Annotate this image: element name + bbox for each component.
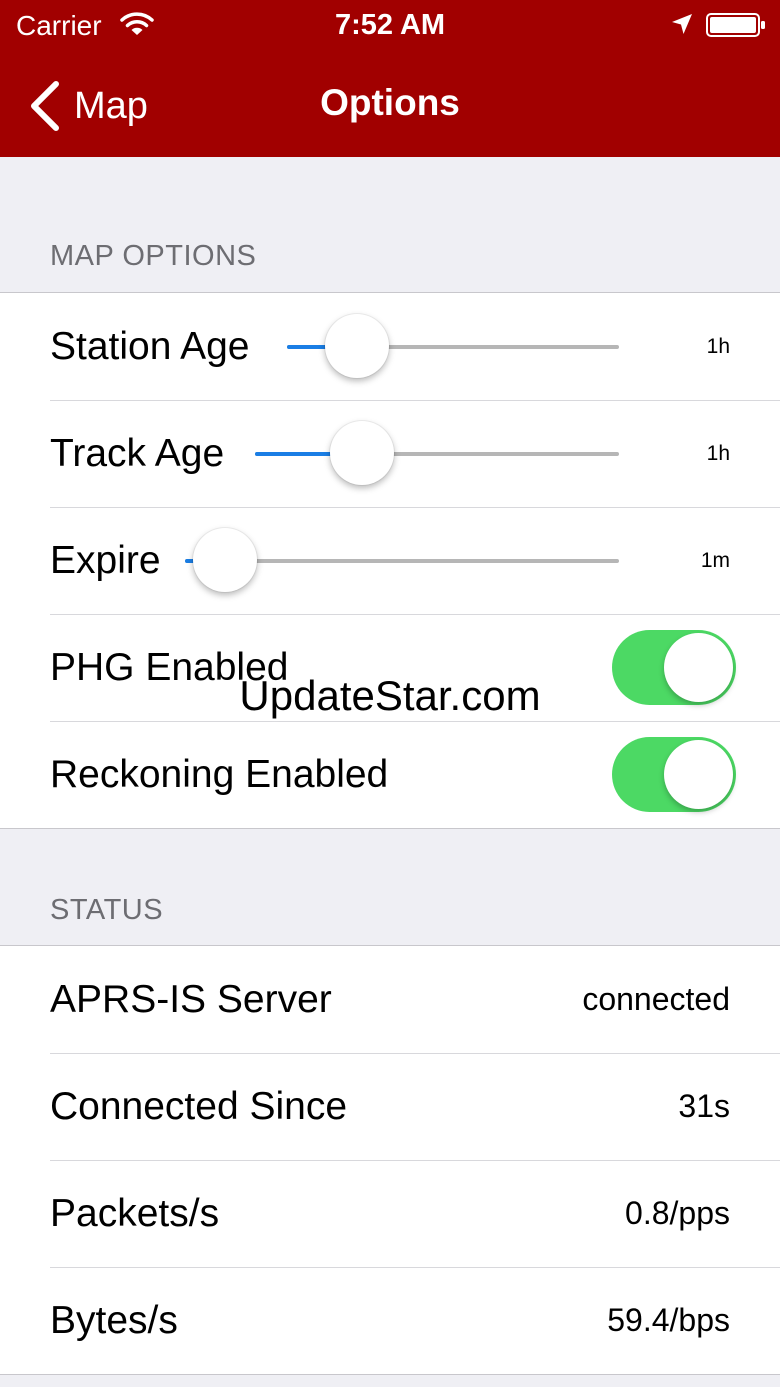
station-age-slider[interactable] xyxy=(287,293,619,400)
phg-enabled-toggle[interactable] xyxy=(612,630,736,705)
status-row-aprs-server: APRS-IS Server connected xyxy=(0,946,780,1053)
status-row-value: connected xyxy=(582,981,730,1017)
map-options-group: Station Age 1h Track Age 1h Expire 1m PH… xyxy=(0,292,780,829)
navigation-bar: Carrier 7:52 AM Map Options xyxy=(0,0,780,157)
reckoning-enabled-label: Reckoning Enabled xyxy=(50,753,389,796)
expire-value: 1m xyxy=(700,549,730,572)
status-bar: Carrier 7:52 AM xyxy=(0,0,780,54)
status-row-value: 31s xyxy=(678,1088,730,1124)
expire-row: Expire 1m xyxy=(0,507,780,614)
track-age-row: Track Age 1h xyxy=(0,400,780,507)
clock: 7:52 AM xyxy=(334,9,446,41)
phg-enabled-label: PHG Enabled xyxy=(50,646,289,689)
page-title: Options xyxy=(320,82,460,123)
track-age-value: 1h xyxy=(706,442,730,465)
toggle-knob xyxy=(664,633,733,702)
reckoning-enabled-toggle[interactable] xyxy=(612,737,736,812)
slider-thumb[interactable] xyxy=(193,528,257,592)
slider-thumb[interactable] xyxy=(330,421,394,485)
status-group: APRS-IS Server connected Connected Since… xyxy=(0,945,780,1375)
status-row-value: 59.4/bps xyxy=(607,1302,730,1338)
status-row-packets: Packets/s 0.8/pps xyxy=(0,1160,780,1267)
track-age-slider[interactable] xyxy=(255,400,619,507)
status-row-label: APRS-IS Server xyxy=(50,978,332,1021)
status-row-label: Bytes/s xyxy=(50,1299,178,1342)
location-arrow-icon xyxy=(672,14,692,34)
slider-thumb[interactable] xyxy=(325,314,389,378)
status-row-label: Connected Since xyxy=(50,1085,348,1128)
status-row-value: 0.8/pps xyxy=(625,1195,730,1231)
toggle-knob xyxy=(664,740,733,809)
expire-slider[interactable] xyxy=(185,507,619,614)
reckoning-enabled-row: Reckoning Enabled xyxy=(0,721,780,828)
battery-icon xyxy=(706,13,765,37)
section-header-status: STATUS xyxy=(50,894,164,926)
station-age-label: Station Age xyxy=(50,325,250,368)
station-age-row: Station Age 1h xyxy=(0,293,780,400)
status-row-connected-since: Connected Since 31s xyxy=(0,1053,780,1160)
section-header-map-options: MAP OPTIONS xyxy=(50,240,257,272)
track-age-label: Track Age xyxy=(50,432,225,475)
status-row-bytes: Bytes/s 59.4/bps xyxy=(0,1267,780,1374)
status-row-label: Packets/s xyxy=(50,1192,220,1235)
expire-label: Expire xyxy=(50,539,161,582)
phg-enabled-row: PHG Enabled xyxy=(0,614,780,721)
station-age-value: 1h xyxy=(706,335,730,358)
